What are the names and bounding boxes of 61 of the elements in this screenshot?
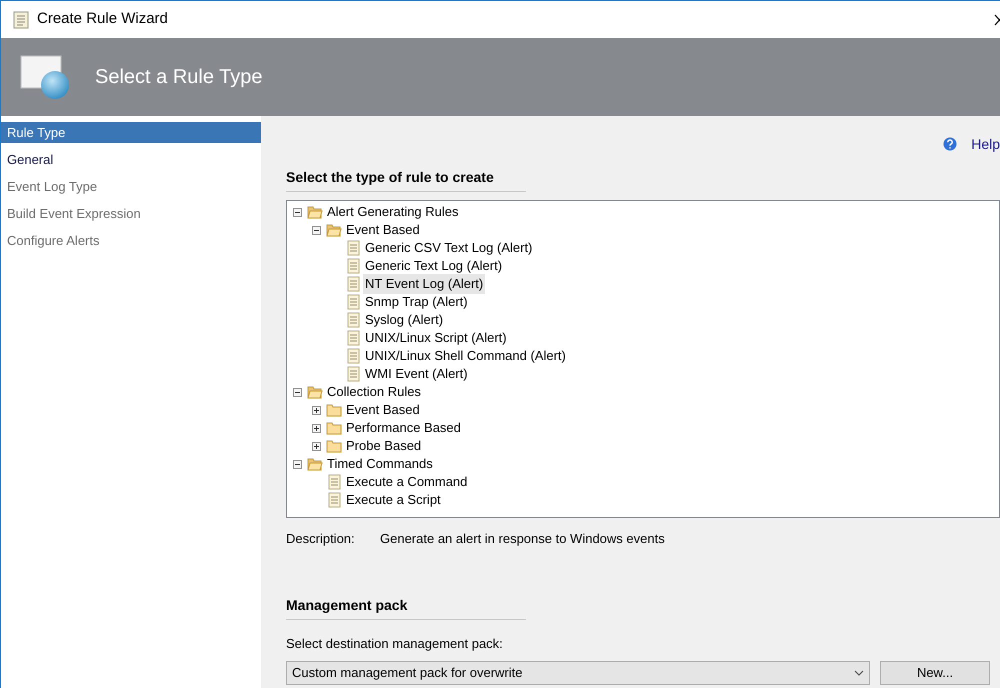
tree-item[interactable]: Timed Commands <box>325 454 435 474</box>
tree-item[interactable]: Execute a Script <box>344 490 443 510</box>
collapse-icon[interactable] <box>293 208 302 216</box>
collapse-icon[interactable] <box>293 460 302 468</box>
field-label: Select destination management pack: <box>286 634 503 653</box>
tree-item[interactable]: Alert Generating Rules <box>325 202 461 222</box>
management-pack-dropdown[interactable]: Custom management pack for overwrite <box>286 661 870 685</box>
folder-icon <box>307 204 323 220</box>
tree-item[interactable]: Event Based <box>344 220 422 240</box>
folder-icon <box>326 438 342 454</box>
help-icon[interactable] <box>943 137 958 151</box>
document-icon <box>345 258 361 274</box>
folder-icon <box>307 384 323 400</box>
document-icon <box>345 312 361 328</box>
tree-item[interactable]: Event Based <box>344 400 422 420</box>
section-heading: Select the type of rule to create <box>286 169 494 185</box>
tree-item[interactable]: Probe Based <box>344 436 424 456</box>
tree-item[interactable]: Performance Based <box>344 418 463 438</box>
folder-icon <box>326 222 342 238</box>
folder-icon <box>326 402 342 418</box>
tree-item[interactable]: NT Event Log (Alert) <box>363 274 486 294</box>
folder-icon <box>326 420 342 436</box>
document-icon <box>345 330 361 346</box>
help-link[interactable]: Help <box>971 134 1000 154</box>
wizard-step[interactable]: Event Log Type <box>1 176 261 197</box>
document-icon <box>345 366 361 382</box>
description-text: Generate an alert in response to Windows events <box>380 530 665 548</box>
tree-item[interactable]: Generic Text Log (Alert) <box>363 256 504 276</box>
document-icon <box>345 276 361 292</box>
tree-item[interactable]: Execute a Command <box>344 472 470 492</box>
close-icon[interactable] <box>994 14 1000 26</box>
caret-icon <box>854 670 864 676</box>
document-icon <box>345 294 361 310</box>
tree-item[interactable]: Syslog (Alert) <box>363 310 446 330</box>
expand-icon[interactable] <box>312 424 321 432</box>
tree-item[interactable]: WMI Event (Alert) <box>363 364 470 384</box>
description-label: Description: <box>286 530 356 548</box>
expand-icon[interactable] <box>312 442 321 450</box>
wizard-step[interactable]: Configure Alerts <box>1 230 261 251</box>
tree-item[interactable]: UNIX/Linux Shell Command (Alert) <box>363 346 568 366</box>
window-title: Create Rule Wizard <box>37 9 168 30</box>
document-icon <box>326 492 342 508</box>
folder-icon <box>307 456 323 472</box>
new-button[interactable]: New... <box>880 661 990 685</box>
tree-item[interactable]: Collection Rules <box>325 382 423 402</box>
tree-item[interactable]: Snmp Trap (Alert) <box>363 292 470 312</box>
collapse-icon[interactable] <box>293 388 302 396</box>
tree-item[interactable]: Generic CSV Text Log (Alert) <box>363 238 534 258</box>
collapse-icon[interactable] <box>312 226 321 234</box>
section-heading: Management pack <box>286 596 408 612</box>
document-icon <box>345 348 361 364</box>
wizard-step[interactable]: Build Event Expression <box>1 203 261 224</box>
wizard-step[interactable]: Rule Type <box>1 122 261 143</box>
document-icon <box>13 10 29 28</box>
expand-icon[interactable] <box>312 406 321 414</box>
document-icon <box>345 240 361 256</box>
wizard-icon <box>19 54 71 100</box>
document-icon <box>326 474 342 490</box>
wizard-step[interactable]: General <box>1 149 261 170</box>
tree-item[interactable]: UNIX/Linux Script (Alert) <box>363 328 509 348</box>
page-title: Select a Rule Type <box>95 65 263 90</box>
